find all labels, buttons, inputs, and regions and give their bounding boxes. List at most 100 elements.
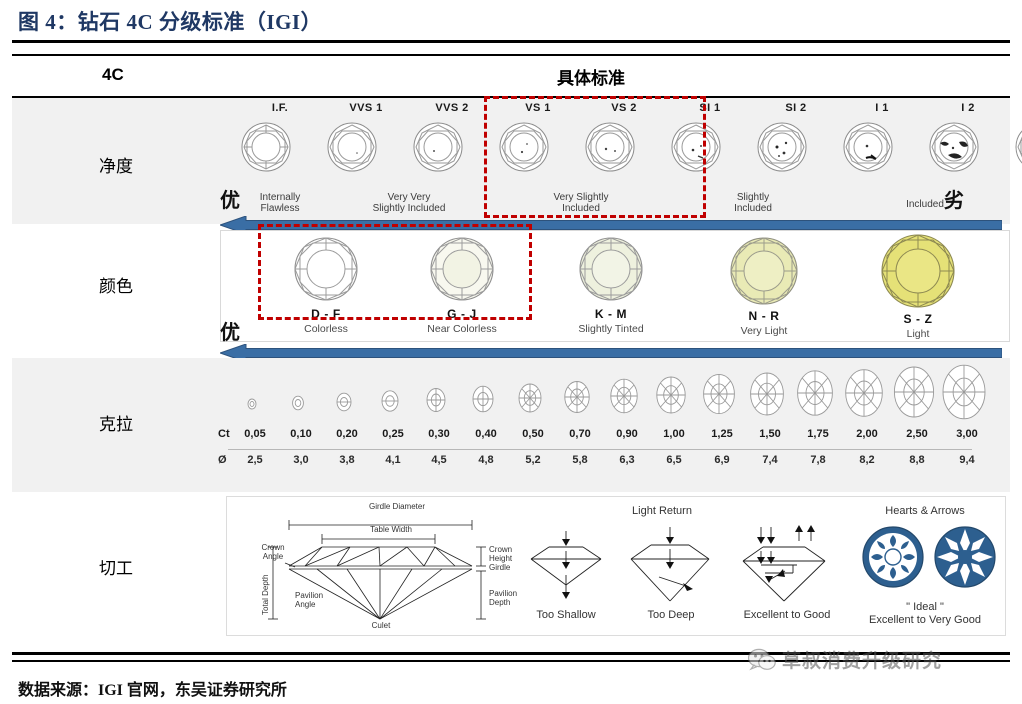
- diamond-icon: [261, 234, 391, 304]
- clarity-desc-line1: Internally: [259, 192, 301, 203]
- hearts-arrows-title: Hearts & Arrows: [885, 505, 965, 517]
- clarity-item-if: I.F.: [238, 102, 322, 178]
- carat-ct-value: 0,20: [336, 428, 358, 440]
- label-pavilion-angle: Pavilion Angle: [295, 591, 323, 609]
- color-grade-label: G - J: [447, 307, 477, 321]
- carat-ct-value: 1,50: [759, 428, 781, 440]
- clarity-desc-vvs: Very Very Slightly Included: [324, 192, 494, 214]
- carat-ct-value: 0,40: [475, 428, 497, 440]
- light-return-title: Light Return: [632, 505, 692, 517]
- carat-content: Ct 0,05 0,10 0,20 0,25 0,30 0,40 0,50 0,…: [218, 358, 1010, 492]
- color-item-gj: G - J Near Colorless: [397, 234, 527, 335]
- color-grade-label: D - F: [311, 307, 341, 321]
- carat-mm-value: 9,4: [959, 454, 975, 466]
- carat-ct-row: Ct 0,05 0,10 0,20 0,25 0,30 0,40 0,50 0,…: [218, 428, 1006, 450]
- clarity-desc-line2: Flawless: [260, 203, 300, 214]
- label-pavilion-depth: Pavilion Depth: [489, 589, 517, 607]
- too-shallow-diagram: [519, 527, 613, 605]
- carat-mm-value: 4,1: [385, 454, 401, 466]
- carat-ct-value: 1,75: [807, 428, 829, 440]
- diamond-icon: [853, 231, 983, 311]
- carat-ct-value: 0,30: [428, 428, 450, 440]
- caption-excellent-to-good: Excellent to Good: [743, 609, 831, 621]
- label-crown-angle: Crown Angle: [255, 543, 291, 561]
- excellent-to-good-diagram: [727, 521, 847, 607]
- color-item-df: D - F Colorless: [261, 234, 391, 335]
- clarity-desc-if: Internally Flawless: [238, 192, 322, 214]
- diamond-icon: [496, 119, 580, 175]
- table-header: 4C 具体标准: [12, 56, 1010, 96]
- color-desc-label: Slightly Tinted: [578, 323, 644, 335]
- cut-content: Girdle Diameter Table Width Crown Angle …: [220, 492, 1010, 640]
- carat-wrap: Ct 0,05 0,10 0,20 0,25 0,30 0,40 0,50 0,…: [218, 364, 1006, 486]
- arrows-pattern-icon: [933, 525, 997, 589]
- clarity-desc-vs: Very Slightly Included: [496, 192, 666, 214]
- diamond-icon: [840, 119, 924, 175]
- clarity-desc-line1: Slightly: [736, 192, 770, 203]
- page-title: 图 4：钻石 4C 分级标准（IGI）: [18, 10, 323, 34]
- label-crown-angle-line1: Crown: [261, 543, 285, 552]
- carat-mm-value: 4,8: [478, 454, 494, 466]
- watermark: 草叔消费升级研究: [748, 646, 942, 673]
- color-grade-label: S - Z: [903, 312, 933, 326]
- carat-ct-value: 0,90: [616, 428, 638, 440]
- clarity-desc-i: Included: [840, 199, 1010, 210]
- hearts-pattern-icon: [861, 525, 925, 589]
- carat-mm-value: 6,3: [619, 454, 635, 466]
- clarity-grade-label: SI 1: [699, 102, 721, 114]
- clarity-item-vvs2: VVS 2: [410, 102, 494, 178]
- row-label-cut: 切工: [99, 559, 133, 578]
- carat-ct-value: 3,00: [956, 428, 978, 440]
- carat-mm-value: 8,8: [909, 454, 925, 466]
- clarity-content: I.F. VVS 1 VVS 2 VS 1 VS 2 SI 1 SI 2 I 1…: [220, 96, 1022, 224]
- carat-mm-value: 6,9: [714, 454, 730, 466]
- label-pavilion-angle-line1: Pavilion: [295, 591, 324, 600]
- clarity-item-vs1: VS 1: [496, 102, 580, 178]
- carat-ct-value: 0,05: [244, 428, 266, 440]
- carat-ct-value: 0,50: [522, 428, 544, 440]
- clarity-item-i3: I 3: [1012, 102, 1022, 178]
- clarity-grade-label: VS 2: [611, 102, 637, 114]
- table-row-clarity: 净度 I.F. VVS 1 VVS 2 VS 1 VS 2 SI 1 SI 2 …: [12, 96, 1022, 224]
- title-divider: [12, 40, 1010, 43]
- diamond-icon: [926, 119, 1010, 175]
- clarity-grade-label: VVS 1: [349, 102, 383, 114]
- diamond-icon: [1012, 119, 1022, 175]
- label-pavilion-angle-line2: Angle: [295, 600, 316, 609]
- carat-ct-value: 2,50: [906, 428, 928, 440]
- carat-ct-value: 1,00: [663, 428, 685, 440]
- clarity-item-vs2: VS 2: [582, 102, 666, 178]
- criteria-table: 净度 I.F. VVS 1 VVS 2 VS 1 VS 2 SI 1 SI 2 …: [12, 96, 1022, 640]
- color-grade-label: K - M: [594, 307, 628, 321]
- watermark-text: 草叔消费升级研究: [782, 651, 943, 672]
- caption-too-deep: Too Deep: [647, 609, 695, 621]
- carat-mm-value: 8,2: [859, 454, 875, 466]
- label-crown-height: Crown Height: [489, 545, 512, 563]
- color-item-sz: S - Z Light: [853, 231, 983, 340]
- label-crown-height-line1: Crown: [489, 545, 513, 554]
- color-grade-label: N - R: [748, 309, 780, 323]
- clarity-grade-label: VVS 2: [435, 102, 469, 114]
- diamond-icon: [582, 119, 666, 175]
- carat-mm-value: 3,8: [339, 454, 355, 466]
- clarity-good-label: 优: [220, 190, 240, 212]
- label-crown-angle-line2: Angle: [262, 552, 284, 561]
- label-total-depth: Total Depth: [261, 574, 270, 615]
- clarity-bad-label: 劣: [944, 190, 964, 212]
- color-desc-label: Light: [906, 328, 930, 340]
- diamond-icon: [699, 234, 829, 308]
- diamond-icon: [324, 119, 408, 175]
- too-deep-diagram: [617, 521, 727, 607]
- carat-divider: [228, 449, 972, 450]
- color-desc-label: Near Colorless: [427, 323, 497, 335]
- color-panel: D - F Colorless G - J Near Colorless K -…: [220, 230, 1010, 342]
- clarity-desc-line2: Slightly Included: [372, 203, 446, 214]
- color-desc-label: Colorless: [304, 323, 348, 335]
- carat-mm-value: 5,2: [525, 454, 541, 466]
- label-crown-height-line2: Height: [489, 554, 513, 563]
- label-girdle-diameter: Girdle Diameter: [368, 502, 425, 511]
- clarity-grade-label: I.F.: [271, 102, 289, 114]
- color-desc-label: Very Light: [740, 325, 788, 337]
- label-pavilion-depth-line1: Pavilion: [489, 589, 518, 598]
- carat-ct-value: 0,70: [569, 428, 591, 440]
